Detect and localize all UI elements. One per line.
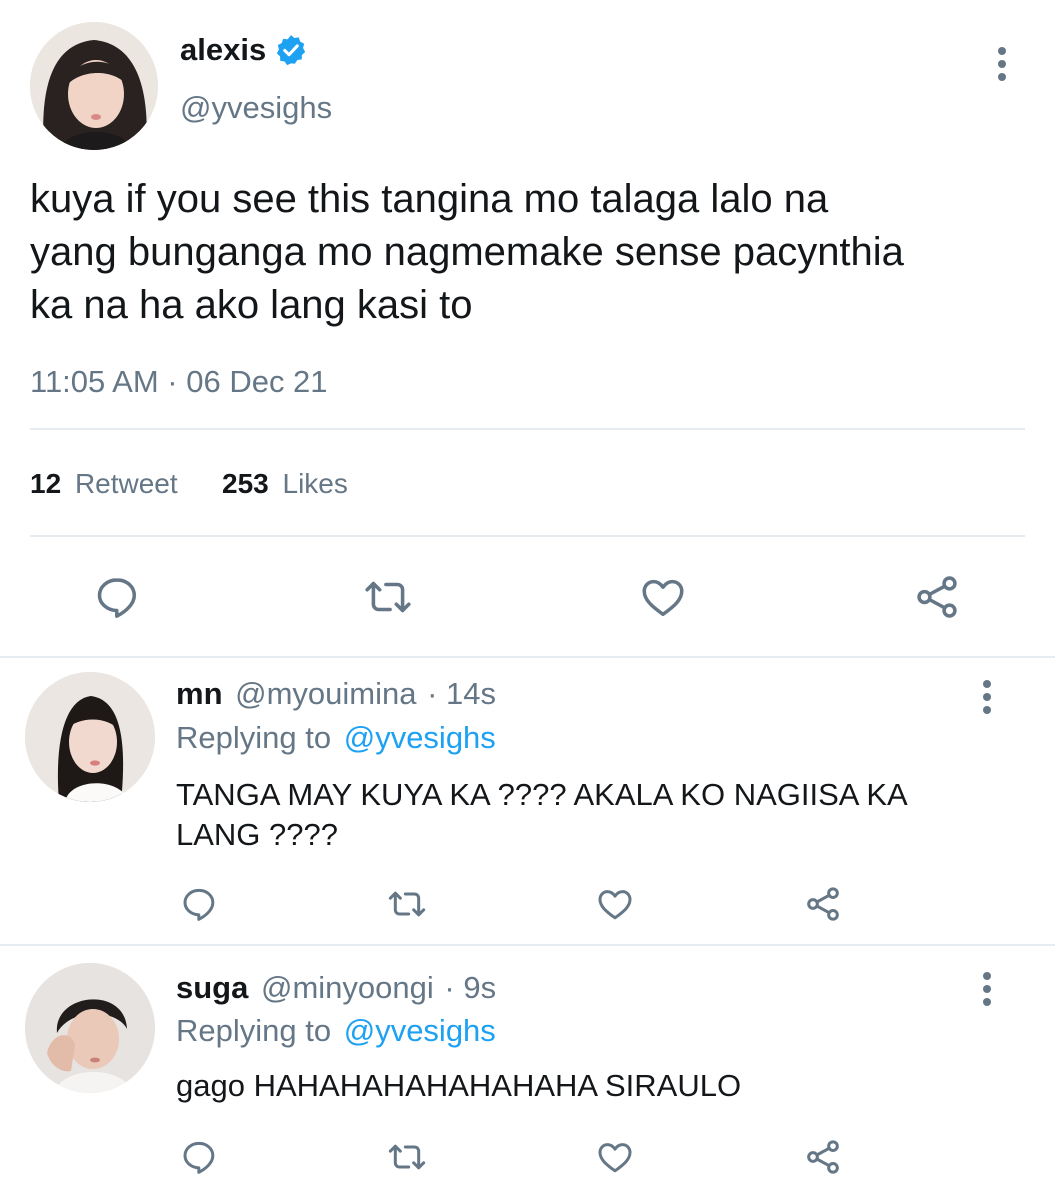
tweet-text: kuya if you see this tangina mo talaga l… [30,173,1030,332]
reply-icon[interactable] [92,572,142,622]
retweet-stat[interactable]: 12 Retweet [30,468,178,500]
reply-author-name[interactable]: mn [176,676,223,711]
tweet-text-line: ka na ha ako lang kasi to [30,283,473,327]
tweet-timestamp[interactable]: 11:05 AM · 06 Dec 21 [30,364,328,400]
retweet-label: Retweet [74,468,178,499]
reply-author-handle[interactable]: @myouimina [235,676,416,711]
replying-to-label: Replying to [176,720,332,755]
like-icon[interactable] [593,1137,637,1177]
reply-icon[interactable] [178,884,220,924]
replying-to-line: Replying to @yvesighs [176,720,496,756]
divider [30,428,1025,430]
tweet-text-line: kuya if you see this tangina mo talaga l… [30,177,829,221]
likes-count: 253 [222,468,269,499]
replying-to-mention[interactable]: @yvesighs [344,1013,496,1048]
replying-to-mention[interactable]: @yvesighs [344,720,496,755]
reply-text-line: LANG ???? [176,817,338,852]
retweet-icon[interactable] [385,884,429,924]
reply-icon[interactable] [178,1137,220,1177]
likes-label: Likes [282,468,348,499]
tweet-menu-icon[interactable] [987,44,1017,84]
reply-avatar[interactable] [25,963,155,1093]
retweet-icon[interactable] [385,1137,429,1177]
retweet-icon[interactable] [362,572,414,622]
author-avatar[interactable] [30,22,158,150]
reply-time[interactable]: · 14s [427,676,496,711]
reply-menu-icon[interactable] [972,969,1002,1009]
like-icon[interactable] [637,572,689,622]
like-icon[interactable] [593,884,637,924]
share-icon[interactable] [802,884,844,924]
reply-text-line: TANGA MAY KUYA KA ???? AKALA KO NAGIISA … [176,777,908,812]
retweet-count: 12 [30,468,62,499]
verified-badge-icon [274,33,308,67]
reply-author-handle[interactable]: @minyoongi [261,970,434,1005]
reply-header: mn @myouimina · 14s [176,676,496,712]
likes-stat[interactable]: 253 Likes [222,468,348,500]
reply-text-line: gago HAHAHAHAHAHAHAHA SIRAULO [176,1068,742,1103]
reply-time[interactable]: · 9s [444,970,496,1005]
reply-header: suga @minyoongi · 9s [176,970,496,1006]
reply-text: TANGA MAY KUYA KA ???? AKALA KO NAGIISA … [176,775,1036,855]
divider [0,944,1055,946]
author-handle[interactable]: @yvesighs [180,90,332,126]
divider [30,535,1025,537]
reply-text: gago HAHAHAHAHAHAHAHA SIRAULO [176,1066,1036,1106]
share-icon[interactable] [912,572,962,622]
replying-to-line: Replying to @yvesighs [176,1013,496,1049]
divider [0,656,1055,658]
tweet-text-line: yang bunganga mo nagmemake sense pacynth… [30,230,904,274]
share-icon[interactable] [802,1137,844,1177]
reply-menu-icon[interactable] [972,677,1002,717]
author-name[interactable]: alexis [180,32,266,68]
replying-to-label: Replying to [176,1013,332,1048]
reply-author-name[interactable]: suga [176,970,248,1005]
reply-avatar[interactable] [25,672,155,802]
